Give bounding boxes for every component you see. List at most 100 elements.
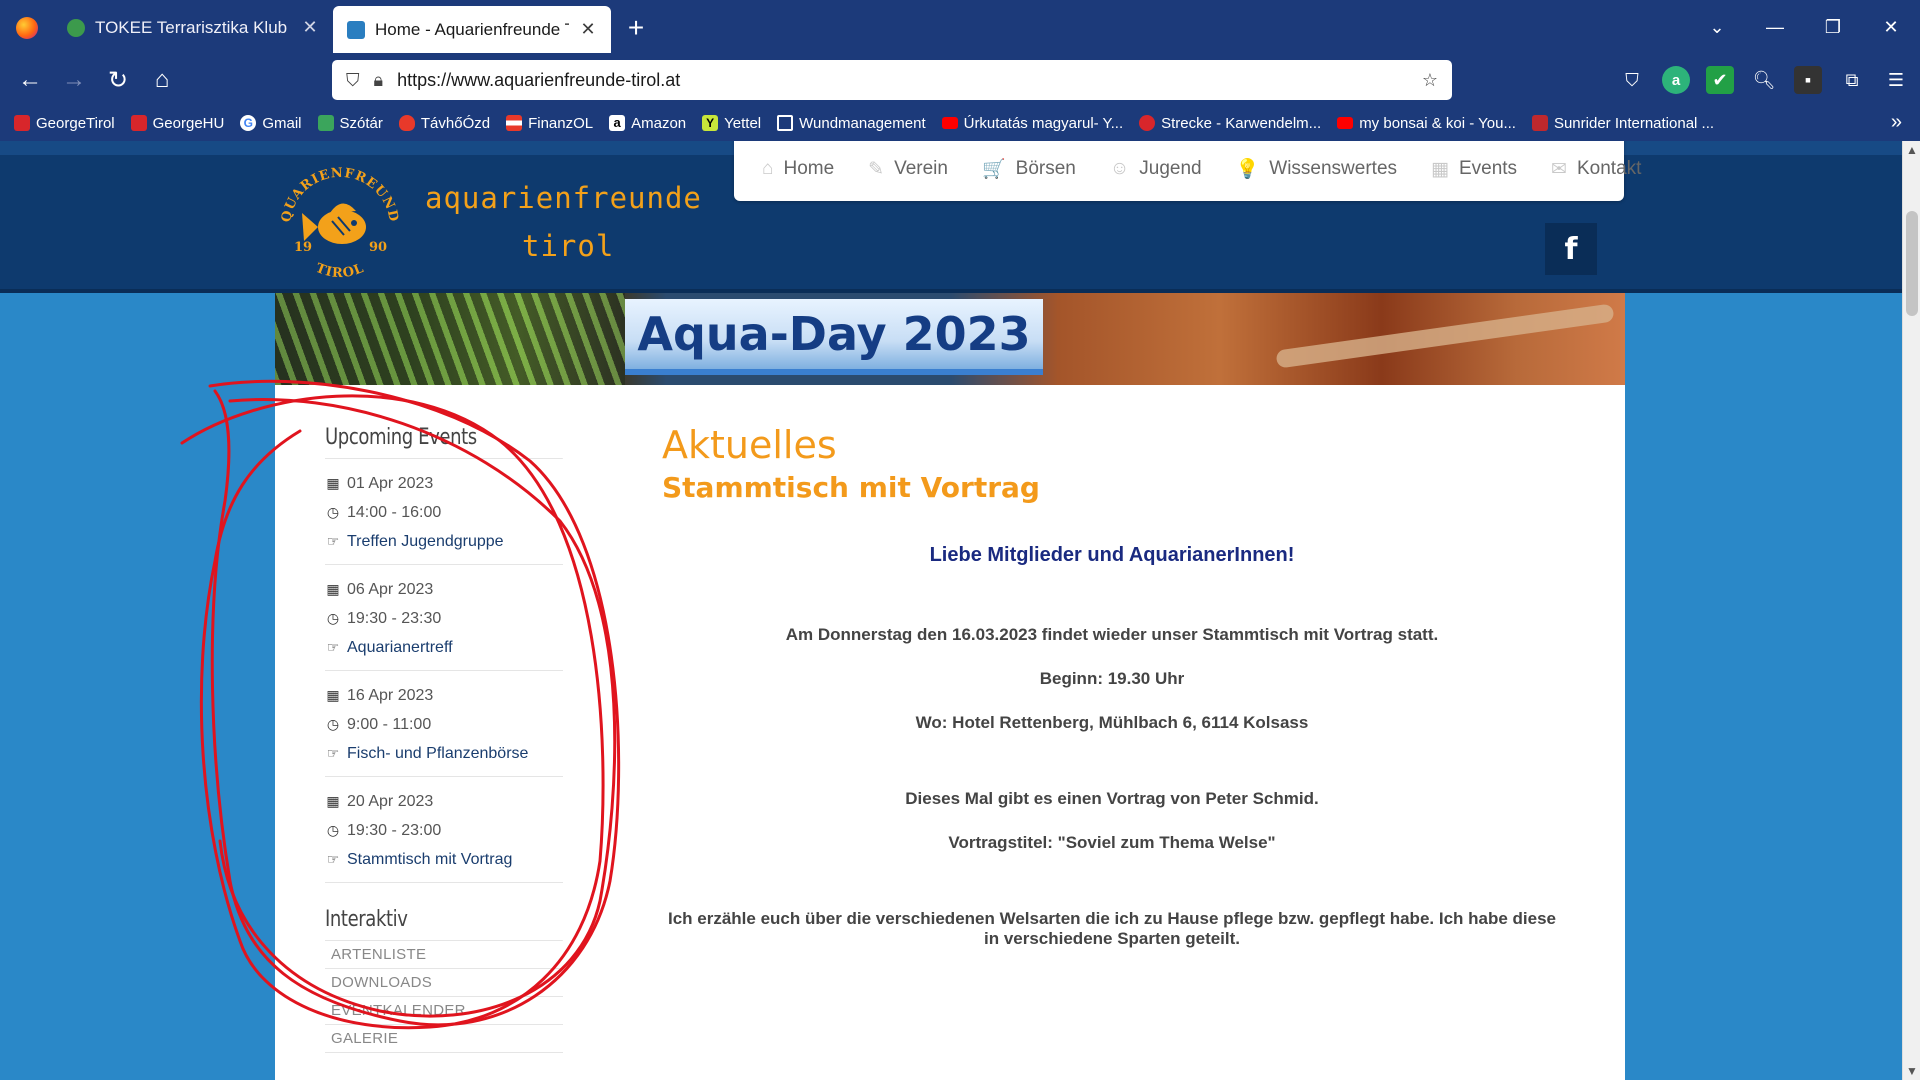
aquarienfreunde-favicon-icon: [347, 20, 365, 39]
event-time-row: ◷ 14:00 - 16:00: [325, 498, 563, 527]
minimize-icon[interactable]: —: [1746, 0, 1804, 55]
firefox-menu-button[interactable]: [0, 0, 53, 55]
article-subtitle[interactable]: Stammtisch mit Vortrag: [662, 471, 1562, 504]
tab-title: Home - Aquarienfreunde Tirol: [375, 19, 569, 39]
link-eventkalender[interactable]: EVENTKALENDER: [325, 997, 563, 1025]
menu-item-boersen[interactable]: 🛒 Börsen: [982, 157, 1076, 181]
back-arrow-icon[interactable]: ←: [8, 60, 52, 100]
bookmark-gmail[interactable]: G Gmail: [240, 114, 302, 132]
bookmark-sunrider[interactable]: Sunrider International ...: [1531, 114, 1715, 132]
page-viewport: AQUARIENFREUNDE 19 90 TIROL aquarienfreu…: [0, 141, 1902, 1080]
list-all-tabs-icon[interactable]: ⌄: [1688, 0, 1746, 55]
list-item: ▦ 20 Apr 2023 ◷ 19:30 - 23:00 ☞ Stammtisch …: [325, 777, 563, 883]
event-link[interactable]: Aquarianertreff: [347, 639, 453, 657]
extension-check-icon[interactable]: ✔: [1706, 66, 1734, 94]
chevron-double-right-icon[interactable]: »: [1891, 111, 1902, 134]
extension-search-icon[interactable]: 🔍︎: [1750, 66, 1778, 94]
menu-item-kontakt[interactable]: ✉ Kontakt: [1551, 158, 1641, 181]
menu-item-verein[interactable]: ✎ Verein: [868, 158, 948, 181]
hamburger-menu-icon[interactable]: ☰: [1882, 66, 1910, 94]
bookmark-urkutatas[interactable]: Úrkutatás magyarul- Y...: [941, 115, 1123, 132]
shield-icon[interactable]: ⛉: [346, 70, 360, 91]
cart-icon: 🛒: [981, 159, 1006, 180]
close-icon[interactable]: ✕: [579, 19, 597, 40]
bookmark-wundmanagement[interactable]: Wundmanagement: [777, 115, 926, 132]
article-paragraph: Am Donnerstag den 16.03.2023 findet wied…: [785, 625, 1439, 644]
austria-flag-icon: [506, 115, 523, 131]
extension-a-icon[interactable]: a: [1662, 66, 1690, 94]
bookmark-szotar[interactable]: Szótár: [317, 114, 383, 132]
calendar-icon: ▦: [326, 793, 340, 809]
bookmark-label: Gmail: [262, 114, 302, 132]
home-icon[interactable]: ⌂: [140, 60, 184, 100]
list-item: ▦ 01 Apr 2023 ◷ 14:00 - 16:00 ☞ Treffen Jug…: [325, 459, 563, 565]
menu-item-wissenswertes[interactable]: 💡 Wissenswertes: [1236, 157, 1397, 181]
tokee-favicon-icon: [67, 18, 85, 37]
link-galerie[interactable]: GALERIE: [325, 1025, 563, 1053]
bookmark-amazon[interactable]: a Amazon: [609, 115, 686, 132]
clock-icon: ◷: [326, 716, 340, 732]
article-paragraph: Dieses Mal gibt es einen Vortrag von Pet…: [905, 789, 1319, 808]
bookmark-label: Amazon: [631, 114, 687, 132]
menu-item-jugend[interactable]: ☺ Jugend: [1110, 158, 1202, 180]
folder-icon: [777, 115, 794, 131]
bookmark-georgehu[interactable]: GeorgeHU: [130, 115, 224, 132]
bookmark-star-icon[interactable]: ☆: [1422, 70, 1438, 91]
hero-banner[interactable]: Aqua-Day 2023: [275, 293, 1625, 385]
bookmark-tavhoozd[interactable]: TávhőÓzd: [398, 115, 490, 132]
menu-item-home[interactable]: ⌂ Home: [762, 158, 834, 180]
tab-aquarienfreunde[interactable]: Home - Aquarienfreunde Tirol ✕: [333, 6, 611, 53]
bookmark-finanzol[interactable]: FinanzOL: [506, 115, 593, 132]
bookmark-yettel[interactable]: Y Yettel: [702, 115, 761, 132]
bookmark-georgetirol[interactable]: GeorgeTirol: [14, 115, 115, 132]
restore-icon[interactable]: ❐: [1804, 0, 1862, 55]
bookmark-label: Szótár: [339, 114, 383, 132]
banner-plants-image: [275, 293, 625, 385]
extension-dark-icon[interactable]: ▪: [1794, 66, 1822, 94]
bird-icon: [1139, 115, 1156, 131]
tab-tokee[interactable]: TOKEE Terrarisztika Klub NET - ( ✕: [53, 0, 333, 55]
address-bar[interactable]: ⛉ 🔒︎ https://www.aquarienfreunde-tirol.a…: [332, 60, 1452, 100]
brand-region[interactable]: tirol: [522, 229, 614, 263]
hand-pointer-icon: ☞: [326, 851, 340, 867]
new-tab-button[interactable]: +: [611, 0, 661, 55]
calendar-icon: ▦: [326, 581, 340, 597]
lock-icon[interactable]: 🔒︎: [374, 70, 384, 91]
aquarienfreunde-logo[interactable]: AQUARIENFREUNDE 19 90 TIROL: [272, 155, 408, 285]
interaktiv-title: Interaktiv: [325, 907, 563, 941]
bookmark-label: Yettel: [724, 114, 762, 132]
menu-label: Jugend: [1139, 158, 1202, 179]
scroll-up-icon[interactable]: ▲: [1903, 141, 1920, 159]
pocket-icon[interactable]: ⛉: [1618, 66, 1646, 94]
sidebar: Upcoming Events ▦ 01 Apr 2023 ◷ 14:00 - 16…: [325, 425, 563, 1053]
bookmark-bonsai[interactable]: my bonsai & koi - You...: [1337, 115, 1516, 132]
article-paragraph: Wo: Hotel Rettenberg, Mühlbach 6, 6114 K…: [915, 713, 1309, 732]
close-window-icon[interactable]: ✕: [1862, 0, 1920, 55]
event-link[interactable]: Stammtisch mit Vortrag: [347, 851, 512, 869]
url-text[interactable]: https://www.aquarienfreunde-tirol.at: [397, 70, 1408, 91]
bookmark-strecke[interactable]: Strecke - Karwendelm...: [1139, 115, 1321, 132]
scroll-down-icon[interactable]: ▼: [1903, 1062, 1920, 1080]
hand-pointer-icon: ☞: [326, 639, 340, 655]
extensions-puzzle-icon[interactable]: ⧉: [1838, 66, 1866, 94]
reload-icon[interactable]: ↻: [96, 60, 140, 100]
scrollbar-thumb[interactable]: [1906, 211, 1918, 316]
hand-pointer-icon: ☞: [326, 533, 340, 549]
facebook-icon[interactable]: f: [1545, 223, 1597, 275]
event-link[interactable]: Fisch- und Pflanzenbörse: [347, 745, 528, 763]
brand-name[interactable]: aquarienfreunde: [425, 181, 702, 215]
link-downloads[interactable]: DOWNLOADS: [325, 969, 563, 997]
forward-arrow-icon[interactable]: →: [52, 60, 96, 100]
yettel-icon: Y: [702, 115, 719, 131]
calendar-icon: ▦: [326, 475, 340, 491]
interaktiv-widget: Interaktiv ARTENLISTE DOWNLOADS EVENTKAL…: [325, 907, 563, 1053]
event-date-row: ▦ 06 Apr 2023: [325, 575, 563, 604]
close-icon[interactable]: ✕: [301, 17, 319, 38]
list-item: ▦ 16 Apr 2023 ◷ 9:00 - 11:00 ☞ Fisch- und P…: [325, 671, 563, 777]
menu-label: Kontakt: [1576, 158, 1642, 179]
vertical-scrollbar[interactable]: ▲ ▼: [1902, 141, 1920, 1080]
menu-item-events[interactable]: ▦ Events: [1431, 158, 1517, 181]
bookmark-label: Sunrider International ...: [1553, 114, 1715, 132]
event-link[interactable]: Treffen Jugendgruppe: [347, 533, 504, 551]
link-artenliste[interactable]: ARTENLISTE: [325, 941, 563, 969]
